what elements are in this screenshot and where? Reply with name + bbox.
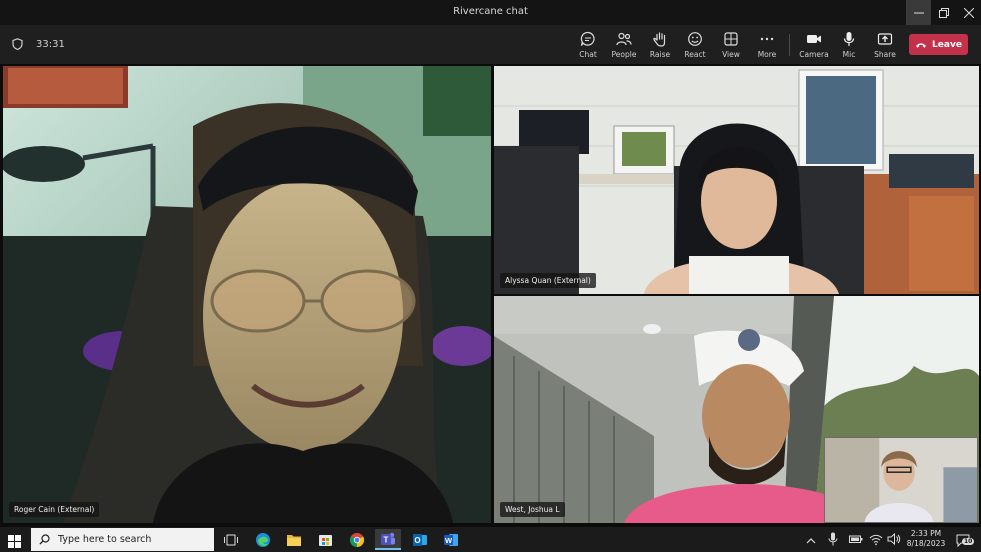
clock-date: 8/18/2023: [906, 539, 946, 548]
shield-icon: [12, 38, 23, 50]
camera-button[interactable]: Camera: [797, 29, 831, 61]
toolbar-divider: [789, 34, 790, 56]
word-icon: W: [444, 533, 458, 546]
share-label: Share: [874, 50, 896, 59]
battery-button[interactable]: [849, 531, 863, 550]
clock-time: 2:33 PM: [910, 529, 942, 538]
chrome-button[interactable]: [344, 529, 370, 550]
taskbar-search-box[interactable]: Type here to search: [31, 528, 214, 551]
maximize-button[interactable]: [931, 0, 956, 25]
hang-up-icon: [916, 42, 927, 48]
teams-icon: T: [381, 532, 395, 545]
video-tile-main[interactable]: Roger Cain (External): [3, 66, 491, 523]
search-icon: [39, 534, 50, 545]
react-button[interactable]: React: [678, 29, 712, 61]
share-button[interactable]: Share: [868, 29, 902, 61]
participant-name-tag: Alyssa Quan (External): [500, 273, 596, 288]
camera-icon: [807, 35, 821, 43]
participant-video: [494, 66, 979, 294]
search-placeholder: Type here to search: [58, 534, 152, 545]
wifi-icon: [869, 534, 883, 546]
network-button[interactable]: [869, 531, 883, 550]
camera-label: Camera: [799, 50, 829, 59]
edge-icon: [256, 532, 270, 547]
minimize-icon: [913, 12, 924, 13]
chat-label: Chat: [579, 50, 597, 59]
view-label: View: [722, 50, 740, 59]
taskbar-clock[interactable]: 2:33 PM 8/18/2023: [898, 529, 954, 549]
participant-video: [3, 66, 491, 523]
meeting-timer: 33:31: [36, 39, 65, 50]
more-icon: [760, 37, 774, 41]
start-button[interactable]: [8, 533, 21, 552]
notification-count: 10: [962, 538, 975, 545]
mic-icon: [828, 532, 838, 546]
task-view-button[interactable]: [218, 529, 244, 550]
word-button[interactable]: W: [438, 529, 464, 550]
raise-hand-button[interactable]: Raise: [643, 29, 677, 61]
outlook-icon: O: [413, 533, 427, 546]
outlook-button[interactable]: O: [407, 529, 433, 550]
battery-icon: [849, 535, 863, 543]
file-explorer-icon: [287, 534, 301, 546]
video-tile-top-right[interactable]: Alyssa Quan (External): [494, 66, 979, 294]
people-button[interactable]: People: [607, 29, 641, 61]
svg-text:T: T: [384, 535, 389, 544]
store-button[interactable]: [312, 529, 338, 550]
leave-label: Leave: [932, 39, 962, 50]
chevron-up-icon: [806, 538, 816, 544]
show-hidden-icons-button[interactable]: [806, 531, 816, 550]
view-button[interactable]: View: [714, 29, 748, 61]
chat-icon: [580, 31, 595, 46]
title-bar: Rivercane chat: [0, 0, 981, 25]
notification-center-button[interactable]: 10: [956, 533, 975, 552]
self-video: [825, 438, 977, 522]
svg-text:O: O: [414, 536, 420, 545]
react-label: React: [684, 50, 706, 59]
close-button[interactable]: [956, 0, 981, 25]
chrome-icon: [349, 532, 365, 547]
raise-label: Raise: [649, 50, 671, 59]
windows-logo-icon: [8, 535, 21, 548]
meeting-toolbar: 33:31 Chat People Raise React View More …: [0, 25, 981, 64]
restore-icon: [938, 7, 949, 18]
raise-hand-icon: [653, 32, 666, 47]
chat-button[interactable]: Chat: [571, 29, 605, 61]
close-icon: [963, 7, 974, 18]
leave-button[interactable]: Leave: [909, 34, 968, 55]
grid-view-icon: [724, 32, 738, 46]
file-explorer-button[interactable]: [281, 529, 307, 550]
task-view-icon: [224, 534, 238, 545]
smiley-icon: [688, 32, 702, 46]
window-title: Rivercane chat: [453, 6, 528, 17]
mic-label: Mic: [842, 50, 856, 59]
store-icon: [318, 535, 332, 546]
more-button[interactable]: More: [750, 29, 784, 61]
mic-icon: [843, 32, 855, 46]
svg-text:W: W: [445, 536, 453, 545]
windows-taskbar: Type here to search T O W 2:33 PM 8/18/2…: [0, 527, 981, 552]
tray-mic-button[interactable]: [828, 531, 838, 550]
participant-name-tag: Roger Cain (External): [9, 502, 100, 517]
share-icon: [877, 33, 893, 45]
edge-button[interactable]: [250, 529, 276, 550]
mic-button[interactable]: Mic: [832, 29, 866, 61]
participant-name-tag: West, Joshua L: [500, 502, 565, 517]
more-label: More: [757, 50, 777, 59]
people-icon: [616, 32, 632, 46]
people-label: People: [611, 50, 637, 59]
teams-button[interactable]: T: [375, 529, 401, 550]
self-view-tile[interactable]: [824, 437, 978, 523]
minimize-button[interactable]: [906, 0, 931, 25]
